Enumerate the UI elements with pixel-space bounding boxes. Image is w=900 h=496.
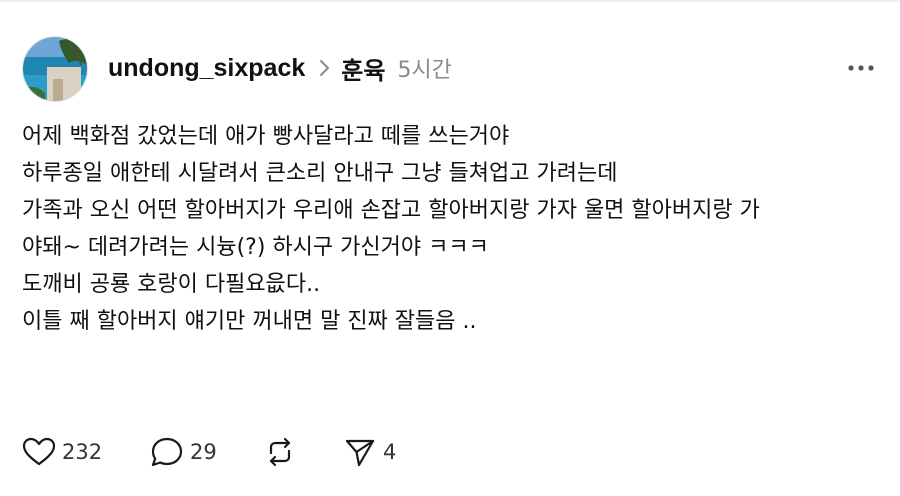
post-text-line: 야돼~ 데려가려는 시늉(?) 하시구 가신거야 ㅋㅋㅋ xyxy=(22,235,489,260)
heart-icon xyxy=(22,437,56,467)
more-icon xyxy=(848,65,874,71)
post-card: undong_sixpack 훈육 5시간 어제 백화점 갔었는데 애가 빵사달… xyxy=(0,0,900,496)
share-button[interactable]: 4 xyxy=(343,436,396,468)
like-button[interactable]: 232 xyxy=(22,437,150,467)
more-options-button[interactable] xyxy=(842,58,880,78)
post-text-line: 하루종일 애한테 시달려서 큰소리 안내구 그냥 들쳐업고 가려는데 xyxy=(22,161,618,186)
action-bar: 232 29 4 xyxy=(22,432,396,472)
reply-count: 29 xyxy=(190,440,217,464)
post-body: 어제 백화점 갔었는데 애가 빵사달라고 떼를 쓰는거야 하루종일 애한테 시달… xyxy=(22,118,882,340)
post-text-line: 도깨비 공룡 호랑이 다필요읎다.. xyxy=(22,272,321,297)
repost-button[interactable] xyxy=(263,436,343,468)
share-count: 4 xyxy=(383,440,397,464)
post-header: undong_sixpack 훈육 5시간 xyxy=(108,48,452,88)
share-icon xyxy=(343,436,377,468)
post-text-line: 이틀 째 할아버지 얘기만 꺼내면 말 진짜 잘들음 .. xyxy=(22,309,477,334)
comment-icon xyxy=(150,436,184,468)
author-username[interactable]: undong_sixpack xyxy=(108,54,305,83)
avatar[interactable] xyxy=(22,36,88,102)
topic-tag[interactable]: 훈육 xyxy=(341,51,385,86)
reply-button[interactable]: 29 xyxy=(150,436,263,468)
chevron-right-icon xyxy=(319,59,331,77)
like-count: 232 xyxy=(62,440,103,464)
post-text-line: 어제 백화점 갔었는데 애가 빵사달라고 떼를 쓰는거야 xyxy=(22,124,510,149)
post-text-line: 가족과 오신 어떤 할아버지가 우리애 손잡고 할아버지랑 가자 울면 할아버지… xyxy=(22,198,760,223)
post-timestamp: 5시간 xyxy=(397,58,452,83)
avatar-beach-photo xyxy=(23,37,87,101)
repost-icon xyxy=(263,436,297,468)
